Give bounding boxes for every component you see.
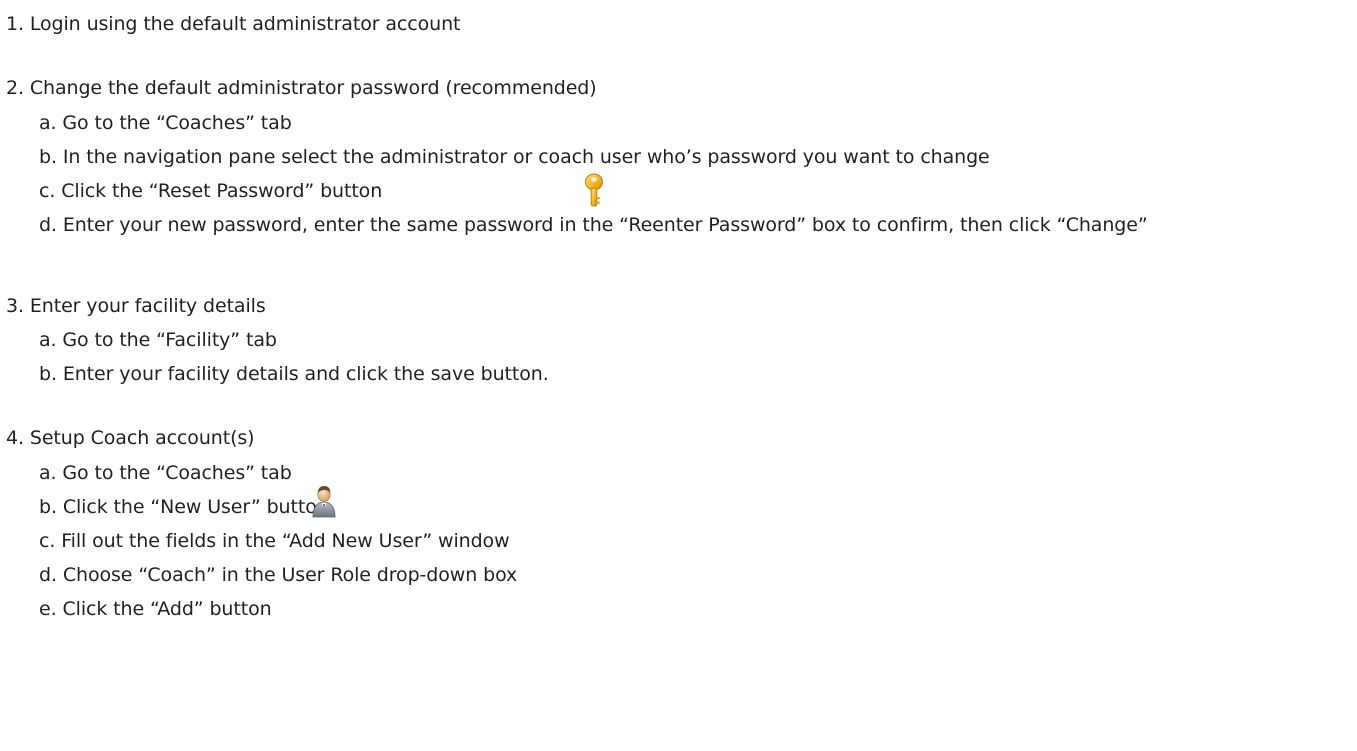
key-icon (585, 173, 603, 207)
user-icon (312, 486, 336, 518)
step-4e: e. Click the “Add” button (39, 598, 272, 620)
step-2b: b. In the navigation pane select the adm… (39, 146, 990, 168)
step-2c: c. Click the “Reset Password” button (39, 180, 383, 202)
step-4d: d. Choose “Coach” in the User Role drop-… (39, 564, 518, 586)
step-3-title: 3. Enter your facility details (6, 295, 266, 317)
step-2-title: 2. Change the default administrator pass… (6, 77, 597, 99)
step-4c: c. Fill out the fields in the “Add New U… (39, 530, 510, 552)
step-4b: b. Click the “New User” button (39, 496, 329, 518)
instructions-document: 1. Login using the default administrator… (0, 0, 1357, 751)
step-3b: b. Enter your facility details and click… (39, 363, 549, 385)
step-2d: d. Enter your new password, enter the sa… (39, 214, 1148, 236)
step-2a: a. Go to the “Coaches” tab (39, 112, 292, 134)
step-3a: a. Go to the “Facility” tab (39, 329, 277, 351)
step-4-title: 4. Setup Coach account(s) (6, 427, 255, 449)
step-1-title: 1. Login using the default administrator… (6, 13, 461, 35)
step-4a: a. Go to the “Coaches” tab (39, 462, 292, 484)
